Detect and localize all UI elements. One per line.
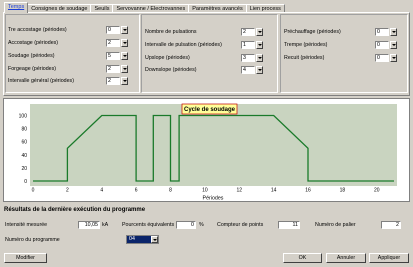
unit-pourcents: % <box>199 222 204 228</box>
value-intensite: 10,05 <box>78 221 100 229</box>
x-tick-label: 4 <box>100 188 103 194</box>
program-select[interactable]: 04 <box>126 235 159 244</box>
value-pourcents: 0 <box>176 221 196 229</box>
dropdown-arrow-icon[interactable] <box>151 236 158 243</box>
chart-title: Cycle de soudage <box>184 107 236 113</box>
label-pourcents: Pourcents équivalents <box>122 222 175 228</box>
x-tick-label: 20 <box>374 188 380 194</box>
label-palier: Numéro de palier <box>315 222 356 228</box>
x-tick-label: 14 <box>271 188 277 194</box>
x-tick-label: 18 <box>340 188 346 194</box>
value-palier: 2 <box>381 221 401 229</box>
x-tick-label: 0 <box>32 188 35 194</box>
x-tick-label: 6 <box>135 188 138 194</box>
value-compteur: 11 <box>278 221 300 229</box>
label-numero-programme: Numéro du programme <box>5 237 60 243</box>
program-select-value: 04 <box>129 236 135 242</box>
plot-area <box>30 104 397 186</box>
label-intensite: Intensité mesurée <box>5 222 48 228</box>
y-tick-label: 60 <box>21 140 27 146</box>
x-tick-label: 8 <box>169 188 172 194</box>
tab-temps[interactable]: Temps <box>4 2 29 13</box>
y-tick-label: 40 <box>21 153 27 159</box>
y-tick-label: 100 <box>19 114 28 120</box>
results-title: Résultats de la dernière exécution du pr… <box>4 207 146 213</box>
modify-button[interactable]: Modifier <box>4 253 47 263</box>
x-tick-label: 2 <box>66 188 69 194</box>
x-axis: 0 2 4 6 8 10 12 14 16 18 20 <box>32 188 380 194</box>
x-tick-label: 12 <box>237 188 243 194</box>
y-tick-label: 80 <box>21 127 27 133</box>
y-tick-label: 20 <box>21 166 27 172</box>
label-compteur: Compteur de points <box>217 222 264 228</box>
x-tick-label: 10 <box>202 188 208 194</box>
ok-button[interactable]: OK <box>283 253 322 263</box>
y-tick-label: 0 <box>24 179 27 185</box>
apply-button[interactable]: Appliquer <box>369 253 409 263</box>
y-axis: 0 20 40 60 80 100 <box>19 114 28 185</box>
cancel-button[interactable]: Annuler <box>326 253 366 263</box>
unit-intensite: kA <box>102 222 109 228</box>
x-axis-label: Périodes <box>203 196 224 202</box>
x-tick-label: 16 <box>305 188 311 194</box>
